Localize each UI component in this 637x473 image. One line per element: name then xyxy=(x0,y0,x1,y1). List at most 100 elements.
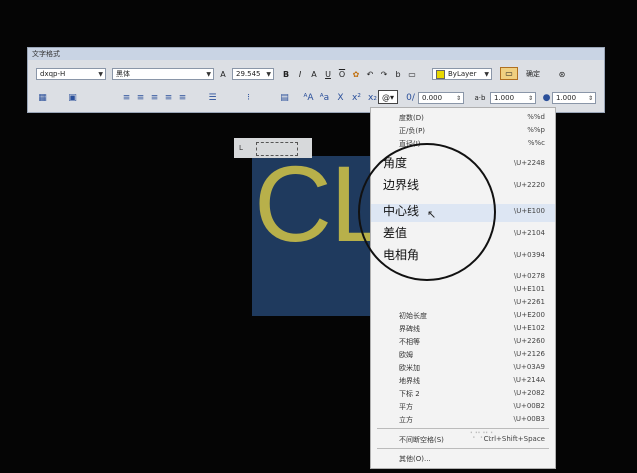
menu-item-label: 其他(O)... xyxy=(399,455,431,463)
menu-item-label: 界碑线 xyxy=(399,325,420,333)
stack-icon[interactable]: ✿ xyxy=(350,68,362,80)
menu-item-code: \U+2220 xyxy=(513,181,545,189)
menu-item[interactable]: 初始长度 \U+E200 xyxy=(371,310,555,322)
tracking-input[interactable]: 1.000 ⇕ xyxy=(490,92,536,104)
menu-separator xyxy=(377,448,549,449)
options-icon[interactable]: ⊛ xyxy=(556,68,568,80)
font-select[interactable]: 黑体 ▼ xyxy=(112,68,214,80)
menu-item-label: 度数(D) xyxy=(399,114,424,122)
overline-button[interactable]: O xyxy=(336,68,348,80)
menu-item-label: 欧米加 xyxy=(399,364,420,372)
width-factor-input[interactable]: 1.000 ⇕ xyxy=(552,92,596,104)
field-icon[interactable]: ▭ xyxy=(406,68,418,80)
menu-item[interactable]: 不间断空格(S) Ctrl+Shift+Space xyxy=(371,434,555,446)
menu-item-code: \U+2261 xyxy=(513,298,545,306)
redo-icon[interactable]: ↷ xyxy=(378,68,390,80)
mtext-justify-icon[interactable]: ▣ xyxy=(66,92,79,103)
menu-item[interactable]: 度数(D) %%d xyxy=(371,112,555,124)
ruler-toggle-icon[interactable]: ▭ xyxy=(500,67,518,80)
align-left-icon[interactable]: ≡ xyxy=(120,92,133,103)
align-center-icon[interactable]: ≡ xyxy=(134,92,147,103)
menu-item[interactable]: 界碑线 \U+E102 xyxy=(371,323,555,335)
menu-item-code: \U+E200 xyxy=(513,311,545,319)
toolbar-title: 文字格式 xyxy=(32,50,60,58)
text-height-select[interactable]: 29.545 ▼ xyxy=(232,68,274,80)
menu-item[interactable]: 下标 2 \U+2082 xyxy=(371,388,555,400)
toolbar-title-bar[interactable]: 文字格式 xyxy=(28,48,604,60)
uppercase-icon[interactable]: ᴬA xyxy=(302,92,315,103)
menu-item[interactable]: 其他(O)... xyxy=(371,453,555,465)
spinner-icon: ⇕ xyxy=(527,95,533,102)
menu-item[interactable]: 地界线 \U+214A xyxy=(371,375,555,387)
style-select-value: dxqp-H xyxy=(40,70,66,78)
annotative-icon[interactable]: A xyxy=(218,68,228,80)
menu-item-code: \U+0278 xyxy=(513,272,545,280)
distribute-icon[interactable]: ≡ xyxy=(176,92,189,103)
menu-item[interactable]: 欧姆 \U+2126 xyxy=(371,349,555,361)
menu-item-label: 下标 2 xyxy=(399,390,420,398)
superscript-icon[interactable]: x² xyxy=(350,92,363,103)
menu-item-code: %%d xyxy=(527,113,545,121)
ruler-tab-icon: L xyxy=(239,144,243,152)
menu-item-code: \U+00B3 xyxy=(513,415,545,423)
menu-item[interactable]: 不相等 \U+2260 xyxy=(371,336,555,348)
font-select-value: 黑体 xyxy=(116,70,130,78)
insert-field-icon[interactable]: ▤ xyxy=(278,92,291,103)
menu-item-code: \U+E100 xyxy=(513,207,545,215)
chevron-down-icon: ▼ xyxy=(98,71,103,78)
menu-item-code: \U+00B2 xyxy=(513,402,545,410)
underline-button[interactable]: U xyxy=(322,68,334,80)
menu-item-code: \U+0394 xyxy=(513,251,545,259)
menu-item-code: %%p xyxy=(527,126,545,134)
text-formatting-toolbar: 文字格式 dxqp-H ▼ 黑体 ▼ A 29.545 ▼ B I A U O ✿ ↶… xyxy=(27,47,605,113)
chevron-down-icon: ▼ xyxy=(266,71,271,78)
oblique-angle-input[interactable]: 0.000 ⇕ xyxy=(418,92,464,104)
menu-item-label: 平方 xyxy=(399,403,413,411)
color-swatch xyxy=(436,69,445,79)
line-spacing-icon[interactable]: ☰ xyxy=(206,92,219,103)
ruler-indent-box xyxy=(256,142,298,156)
menu-item-label: 不相等 xyxy=(399,338,420,346)
spinner-icon: ⇕ xyxy=(455,95,461,102)
menu-item[interactable]: 欧米加 \U+03A9 xyxy=(371,362,555,374)
justify-icon[interactable]: ≡ xyxy=(162,92,175,103)
strikethrough-button[interactable]: A xyxy=(308,68,320,80)
menu-item-code: \U+2104 xyxy=(513,229,545,237)
align-right-icon[interactable]: ≡ xyxy=(148,92,161,103)
ok-button[interactable]: 确定 xyxy=(522,68,544,80)
remove-format-icon[interactable]: Ⅹ xyxy=(334,92,347,103)
menu-item-code: %%c xyxy=(527,139,545,147)
menu-item[interactable]: 正/负(P) %%p xyxy=(371,125,555,137)
menu-item-code: \U+E102 xyxy=(513,324,545,332)
oblique-angle-value: 0.000 xyxy=(422,94,443,102)
menu-item-code: \U+03A9 xyxy=(513,363,546,371)
columns-icon[interactable]: ▦ xyxy=(36,92,49,103)
numbering-icon[interactable]: ⁝ xyxy=(242,92,255,103)
menu-item-label: 地界线 xyxy=(399,377,420,385)
spinner-icon: ⇕ xyxy=(587,95,593,102)
text-ruler[interactable]: L xyxy=(234,138,312,158)
menu-item-label: 初始长度 xyxy=(399,312,427,320)
case-icon[interactable]: b xyxy=(392,68,404,80)
menu-item-code: \U+2248 xyxy=(513,159,545,167)
symbol-button[interactable]: @▾ xyxy=(378,90,398,104)
menu-item[interactable]: \U+E101 xyxy=(371,284,555,296)
menu-separator xyxy=(377,428,549,429)
watermark: ∵∵∵ xyxy=(470,428,493,442)
menu-item[interactable]: \U+2261 xyxy=(371,297,555,309)
text-height-value: 29.545 xyxy=(236,70,261,78)
menu-item[interactable]: 立方 \U+00B3 xyxy=(371,414,555,426)
italic-button[interactable]: I xyxy=(294,68,306,80)
menu-item-code: \U+2082 xyxy=(513,389,545,397)
width-factor-value: 1.000 xyxy=(556,94,577,102)
lowercase-icon[interactable]: ᴬa xyxy=(318,92,331,103)
menu-item-code: \U+214A xyxy=(513,376,546,384)
tracking-icon: a·b xyxy=(474,94,486,102)
color-select[interactable]: ByLayer ▼ xyxy=(432,68,492,80)
menu-item-label: 正/负(P) xyxy=(399,127,426,135)
menu-item-label: 立方 xyxy=(399,416,413,424)
style-select[interactable]: dxqp-H ▼ xyxy=(36,68,106,80)
bold-button[interactable]: B xyxy=(280,68,292,80)
menu-item[interactable]: 平方 \U+00B2 xyxy=(371,401,555,413)
undo-icon[interactable]: ↶ xyxy=(364,68,376,80)
